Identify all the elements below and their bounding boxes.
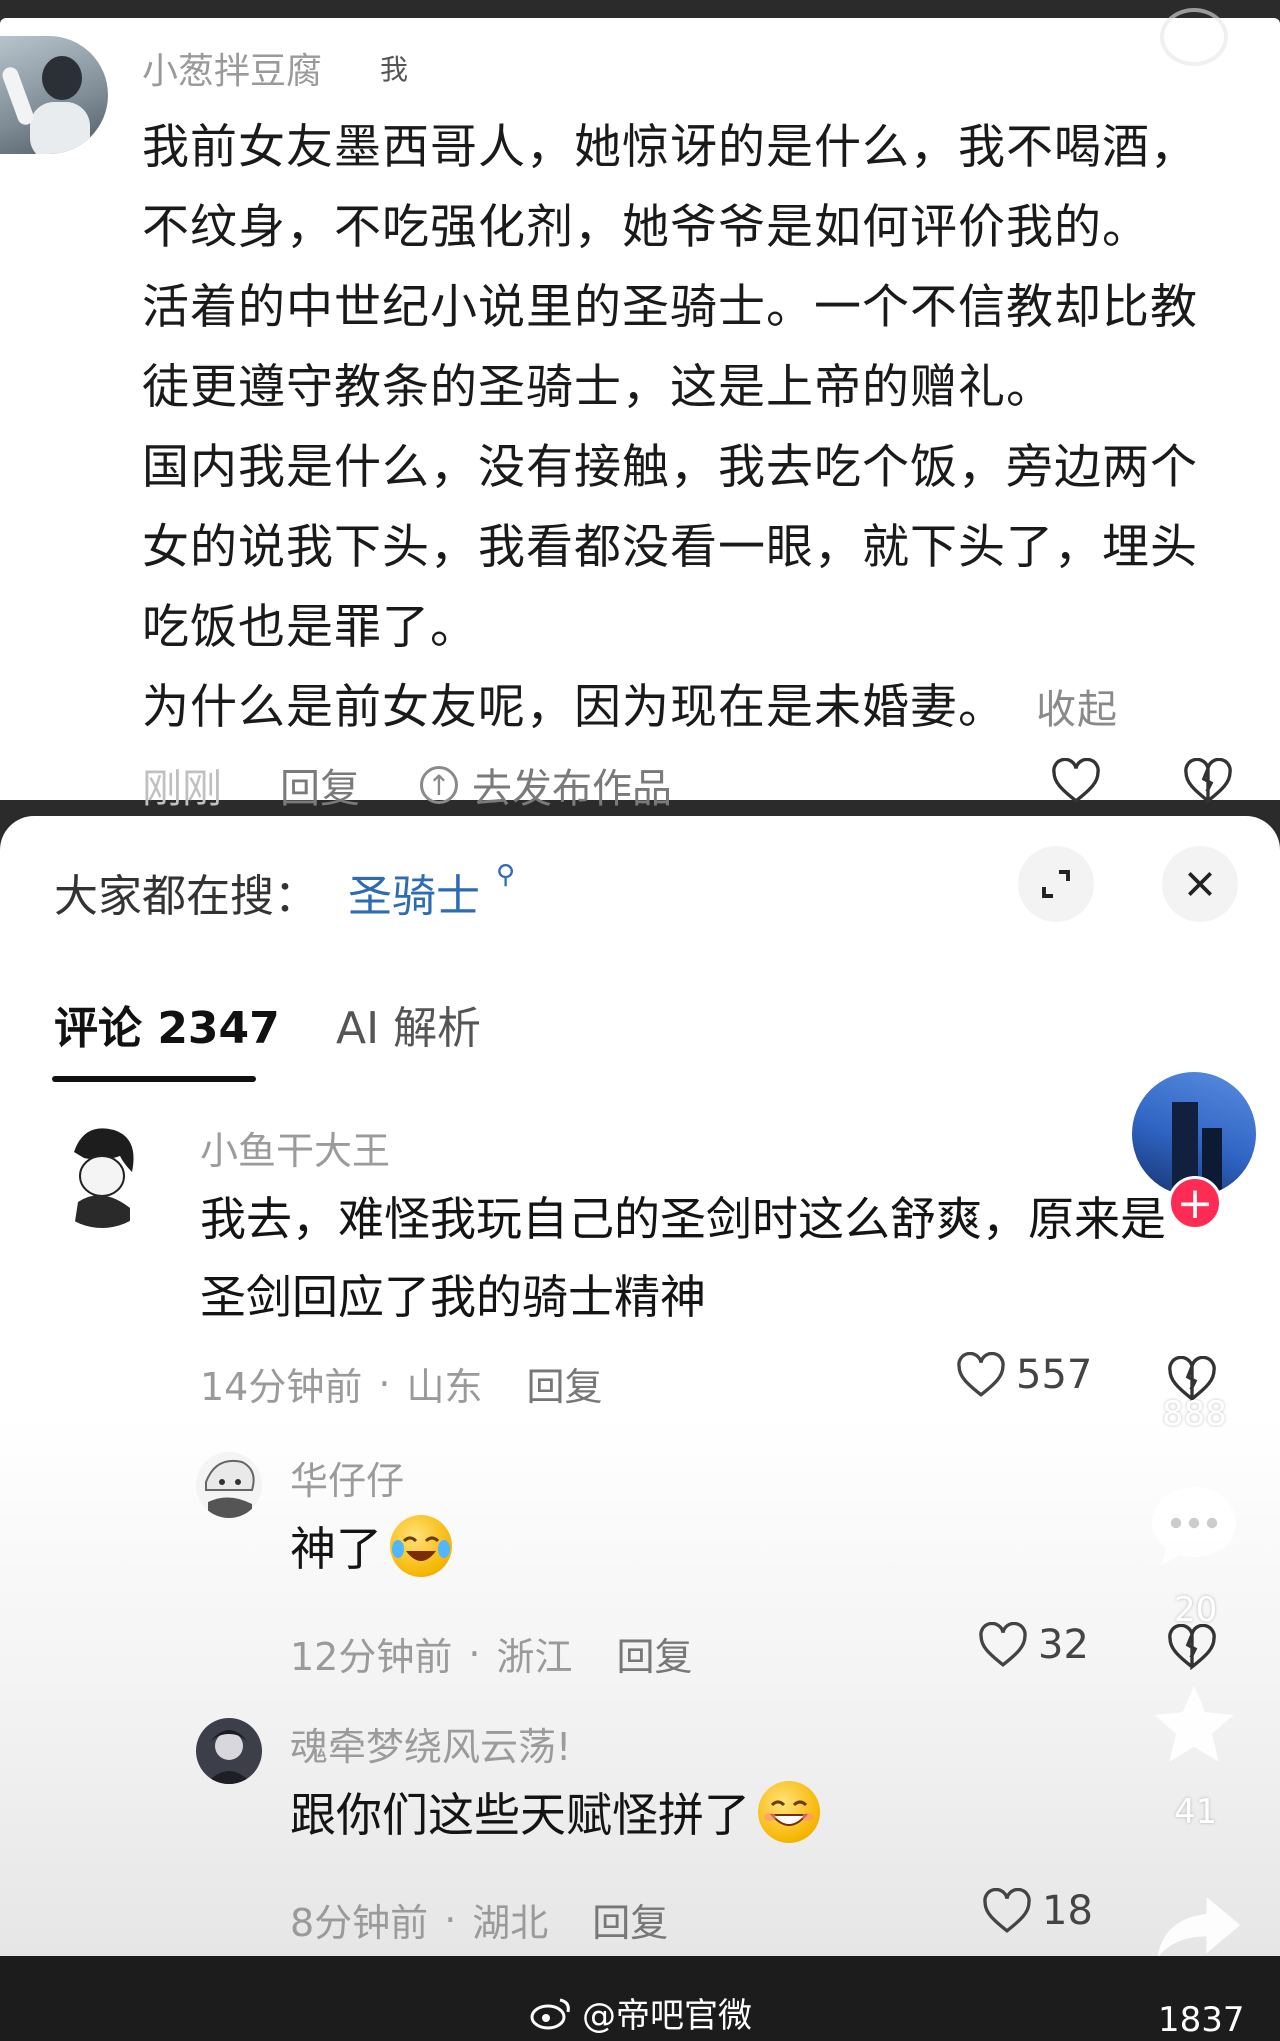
trending-search-keyword[interactable]: 圣骑士 <box>348 860 480 924</box>
publish-label: 去发布作品 <box>472 766 672 812</box>
heart-icon <box>983 1888 1031 1933</box>
avatar[interactable] <box>196 1718 262 1784</box>
watermark-text: @帝吧官微 <box>582 1996 752 2036</box>
upload-arrow-icon: ↑ <box>420 766 458 804</box>
collapse-link[interactable]: 收起 <box>1036 687 1118 733</box>
comments-panel: 大家都在搜： 圣骑士 ⚲ 评论 2347 AI 解析 小鱼干大王 我去，难怪我玩… <box>0 816 1280 1956</box>
trending-search-label: 大家都在搜： <box>54 871 318 922</box>
expand-icon <box>1042 870 1070 898</box>
star-favorite-icon[interactable] <box>1148 1680 1240 1774</box>
tab-ai-analysis[interactable]: AI 解析 <box>336 992 481 1056</box>
close-icon <box>1188 872 1212 896</box>
separator: · <box>468 1631 481 1676</box>
reply-button[interactable]: 回复 <box>592 1892 668 1947</box>
comment-paragraph: 为什么是前女友呢，因为现在是未婚妻。 收起 <box>142 668 1242 750</box>
timestamp: 12分钟前 <box>290 1635 453 1679</box>
comment-bubble-icon[interactable] <box>1146 1480 1242 1574</box>
location: 湖北 <box>472 1901 549 1945</box>
me-tag: 我 <box>380 53 409 86</box>
comment-paragraph: 活着的中世纪小说里的圣骑士。一个不信教却比教徒更遵守教条的圣骑士，这是上帝的赠礼… <box>142 280 1198 415</box>
reply-card: 小葱拌豆腐 我 我前女友墨西哥人，她惊讶的是什么，我不喝酒，不纹身，不吃强化剂，… <box>0 8 1280 812</box>
comment-meta: 14分钟前 · 山东 回复 <box>200 1356 602 1411</box>
like-count: 18 <box>1042 1888 1093 1934</box>
active-tab-indicator <box>52 1076 256 1082</box>
location: 浙江 <box>496 1635 573 1679</box>
share-arrow-icon[interactable] <box>1154 1892 1244 1966</box>
favorite-count: 41 <box>1174 1792 1218 1832</box>
publish-work-button[interactable]: ↑ 去发布作品 <box>420 756 672 814</box>
laughing-crying-emoji-icon <box>390 1515 452 1577</box>
search-icon: ⚲ <box>496 860 516 890</box>
broken-heart-icon[interactable] <box>1182 757 1234 808</box>
comment-username[interactable]: 华仔仔 <box>290 1450 404 1505</box>
separator: · <box>444 1897 457 1942</box>
timestamp: 刚刚 <box>142 766 222 812</box>
plus-icon: + <box>1176 1177 1214 1229</box>
comment-text-content: 神了 <box>290 1522 382 1576</box>
like-button[interactable]: 32 <box>978 1622 1089 1668</box>
reply-button[interactable]: 回复 <box>526 1356 602 1411</box>
search-icon <box>1160 8 1228 66</box>
username[interactable]: 小葱拌豆腐 <box>142 42 322 94</box>
comment-paragraph: 我前女友墨西哥人，她惊讶的是什么，我不喝酒，不纹身，不吃强化剂，她爷爷是如何评价… <box>142 120 1198 255</box>
grinning-emoji-icon <box>758 1781 820 1843</box>
follow-button[interactable]: + <box>1168 1176 1222 1230</box>
comment-line: 圣剑回应了我的骑士精神 <box>200 1270 706 1324</box>
tab-comments[interactable]: 评论 2347 <box>54 992 280 1056</box>
comment-paragraph-text: 为什么是前女友呢，因为现在是未婚妻。 <box>142 680 1006 735</box>
close-button[interactable] <box>1162 846 1238 922</box>
comment-paragraph: 国内我是什么，没有接触，我去吃个饭，旁边两个女的说我下头，我看都没看一眼，就下头… <box>142 440 1198 655</box>
separator: · <box>378 1361 391 1406</box>
weibo-icon <box>530 1998 570 2029</box>
heart-icon[interactable] <box>1050 757 1102 808</box>
location: 山东 <box>406 1365 483 1409</box>
expand-button[interactable] <box>1018 846 1094 922</box>
comment-username[interactable]: 小鱼干大王 <box>200 1120 390 1175</box>
comment-actions: 刚刚 回复 ↑ 去发布作品 <box>142 756 672 814</box>
comment-meta: 12分钟前 · 浙江 回复 <box>290 1626 692 1681</box>
share-count: 1837 <box>1158 2000 1245 2040</box>
like-button[interactable]: 557 <box>956 1352 1092 1398</box>
timestamp: 14分钟前 <box>200 1365 363 1409</box>
comment-text: 跟你们这些天赋怪拼了 <box>290 1776 820 1854</box>
comment-text-content: 跟你们这些天赋怪拼了 <box>290 1788 750 1842</box>
reply-button[interactable]: 回复 <box>280 756 360 814</box>
heart-icon <box>957 1352 1005 1397</box>
comment-text: 神了 <box>290 1510 452 1588</box>
reply-button[interactable]: 回复 <box>616 1626 692 1681</box>
comment-text: 我前女友墨西哥人，她惊讶的是什么，我不喝酒，不纹身，不吃强化剂，她爷爷是如何评价… <box>142 108 1242 750</box>
comment-username[interactable]: 魂牵梦绕风云荡! <box>290 1716 571 1771</box>
comment-line: 我去，难怪我玩自己的圣剑时这么舒爽，原来是 <box>200 1192 1166 1246</box>
comment-meta: 8分钟前 · 湖北 回复 <box>290 1892 668 1947</box>
avatar[interactable] <box>196 1452 262 1518</box>
like-count: 888 <box>1162 1394 1227 1434</box>
like-count: 557 <box>1016 1352 1093 1398</box>
like-heart-icon[interactable] <box>1146 1270 1242 1360</box>
comment-text: 我去，难怪我玩自己的圣剑时这么舒爽，原来是 圣剑回应了我的骑士精神 <box>200 1180 1210 1336</box>
avatar[interactable] <box>44 1112 160 1228</box>
like-button[interactable]: 18 <box>982 1888 1093 1934</box>
timestamp: 8分钟前 <box>290 1901 429 1945</box>
like-count: 32 <box>1038 1622 1089 1668</box>
avatar[interactable] <box>0 36 108 154</box>
heart-icon <box>979 1622 1027 1667</box>
watermark: @帝吧官微 <box>530 1988 752 2037</box>
broken-heart-icon[interactable] <box>1166 1623 1218 1674</box>
